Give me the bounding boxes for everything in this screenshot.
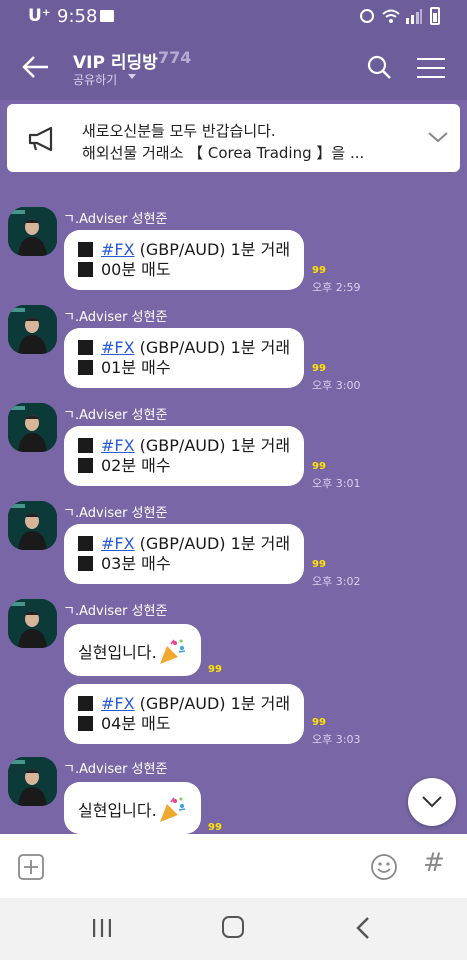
share-button[interactable]: 공유하기 [73, 71, 117, 88]
message-bubble[interactable]: #FX (GBP/AUD) 1분 거래 02분 매수 [64, 426, 305, 486]
sender-name: ㄱ.Adviser 성현준 [63, 762, 168, 777]
square-bullet [78, 556, 93, 571]
battery-icon [430, 7, 440, 25]
notice-banner[interactable]: 새로오신분들 모두 반갑습니다. 해외선물 거래소 【 Corea Tradin… [7, 104, 460, 172]
avatar[interactable] [8, 403, 57, 452]
message-line-1: (GBP/AUD) 1분 거래 [134, 534, 291, 553]
message-line-1: (GBP/AUD) 1분 거래 [134, 436, 291, 455]
avatar[interactable] [8, 599, 57, 648]
chat-header: VIP 리딩방 774 공유하기 [0, 34, 467, 100]
signal-icon [406, 9, 422, 24]
message-line-2: 00분 매도 [101, 260, 171, 279]
status-bar: U⁺ 9:58 [0, 0, 467, 34]
message-input-bar[interactable]: # [0, 834, 467, 898]
menu-icon[interactable] [416, 56, 446, 80]
message-line-2: 02분 매수 [101, 456, 171, 475]
square-bullet [78, 360, 93, 375]
square-bullet [78, 340, 93, 355]
avatar[interactable] [8, 207, 57, 256]
message-bubble[interactable]: #FX (GBP/AUD) 1분 거래 00분 매도 [64, 230, 305, 290]
unread-count: 99 [312, 363, 326, 374]
carrier-label: U⁺ [28, 6, 51, 26]
sender-name: ㄱ.Adviser 성현준 [63, 408, 168, 423]
square-bullet [78, 696, 93, 711]
recents-icon[interactable] [92, 918, 112, 938]
message-line-1: (GBP/AUD) 1분 거래 [134, 338, 291, 357]
party-popper-icon [159, 797, 185, 822]
hashtag-link[interactable]: #FX [101, 534, 135, 553]
avatar[interactable] [8, 757, 57, 806]
share-caret-icon [128, 74, 136, 79]
emoji-icon[interactable] [370, 853, 398, 881]
square-bullet [78, 242, 93, 257]
message-line-2: 03분 매수 [101, 554, 171, 573]
notice-line-1: 새로오신분들 모두 반갑습니다. [82, 122, 276, 140]
message-line-1: (GBP/AUD) 1분 거래 [134, 240, 291, 259]
chevron-down-icon[interactable] [427, 130, 449, 144]
megaphone-icon [28, 126, 53, 152]
unread-count: 99 [208, 664, 222, 675]
wifi-icon [382, 9, 400, 23]
hashtag-link[interactable]: #FX [101, 240, 135, 259]
message-text: 실현입니다. [78, 643, 157, 662]
unread-count: 99 [312, 461, 326, 472]
square-bullet [78, 536, 93, 551]
unread-count: 99 [312, 717, 326, 728]
message-bubble[interactable]: #FX (GBP/AUD) 1분 거래 03분 매수 [64, 524, 305, 584]
unread-count: 99 [208, 822, 222, 833]
message-bubble[interactable]: 실현입니다. [64, 782, 201, 834]
message-time: 오후 2:59 [312, 281, 361, 294]
chat-area[interactable]: ㄱ.Adviser 성현준 #FX (GBP/AUD) 1분 거래 00분 매도… [0, 172, 467, 834]
member-count: 774 [158, 48, 192, 67]
message-time: 오후 3:00 [312, 379, 361, 392]
hashtag-link[interactable]: #FX [101, 436, 135, 455]
message-time: 오후 3:02 [312, 575, 361, 588]
search-icon[interactable] [366, 54, 392, 80]
chevron-down-icon [422, 796, 442, 808]
unread-count: 99 [312, 559, 326, 570]
hash-icon[interactable]: # [423, 848, 445, 878]
message-text: 실현입니다. [78, 801, 157, 820]
unread-count: 99 [312, 265, 326, 276]
message-time: 오후 3:03 [312, 733, 361, 746]
square-bullet [78, 458, 93, 473]
avatar[interactable] [8, 305, 57, 354]
sender-name: ㄱ.Adviser 성현준 [63, 212, 168, 227]
message-bubble[interactable]: #FX (GBP/AUD) 1분 거래 01분 매수 [64, 328, 305, 388]
message-time: 오후 3:01 [312, 477, 361, 490]
message-line-2: 01분 매수 [101, 358, 171, 377]
message-bubble[interactable]: #FX (GBP/AUD) 1분 거래 04분 매도 [64, 684, 305, 744]
image-notification-icon [100, 10, 114, 22]
add-icon[interactable] [18, 854, 44, 880]
notice-line-2: 해외선물 거래소 【 Corea Trading 】을 ... [82, 144, 365, 162]
message-line-2: 04분 매도 [101, 714, 171, 733]
clock: 9:58 [57, 6, 98, 27]
avatar[interactable] [8, 501, 57, 550]
alarm-icon [360, 9, 374, 23]
sender-name: ㄱ.Adviser 성현준 [63, 604, 168, 619]
room-title: VIP 리딩방 [73, 53, 158, 73]
scroll-to-bottom-button[interactable] [408, 778, 456, 826]
sender-name: ㄱ.Adviser 성현준 [63, 310, 168, 325]
message-bubble[interactable]: 실현입니다. [64, 624, 201, 676]
message-line-1: (GBP/AUD) 1분 거래 [134, 694, 291, 713]
square-bullet [78, 716, 93, 731]
home-icon[interactable] [222, 916, 244, 938]
hashtag-link[interactable]: #FX [101, 694, 135, 713]
hashtag-link[interactable]: #FX [101, 338, 135, 357]
square-bullet [78, 262, 93, 277]
sender-name: ㄱ.Adviser 성현준 [63, 506, 168, 521]
party-popper-icon [159, 639, 185, 664]
square-bullet [78, 438, 93, 453]
system-nav-bar [0, 898, 467, 960]
back-nav-icon[interactable] [356, 916, 370, 940]
back-arrow-icon[interactable] [20, 52, 52, 82]
